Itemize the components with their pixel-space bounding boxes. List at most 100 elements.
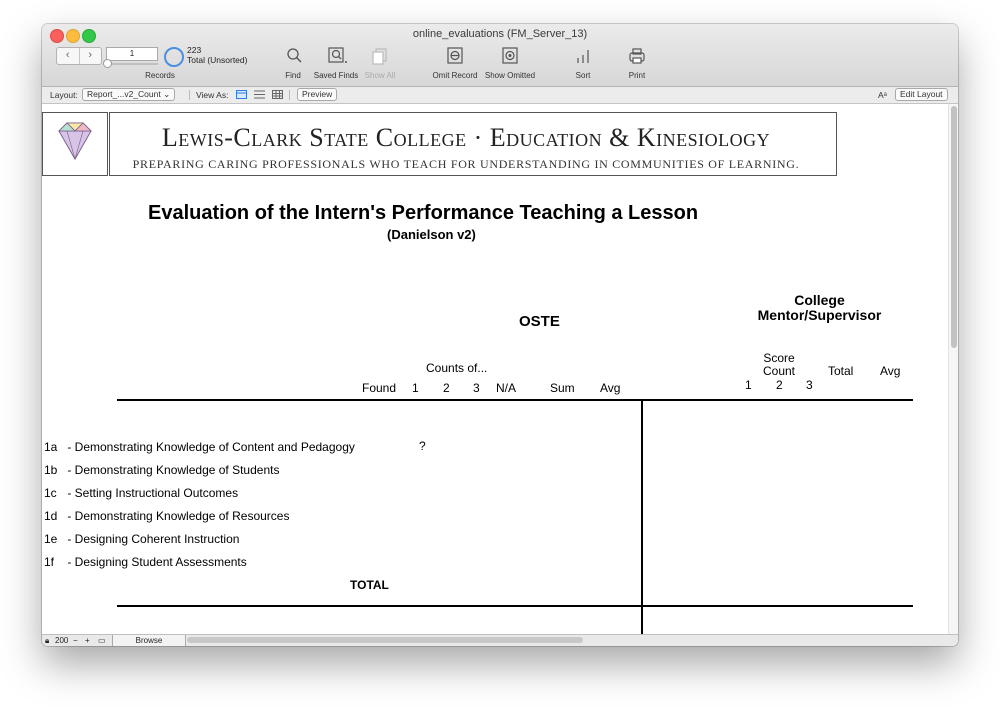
table-row: 1e - Designing Coherent Instruction: [44, 532, 239, 546]
row-label: - Demonstrating Knowledge of Students: [67, 463, 280, 477]
table-view-icon[interactable]: [272, 90, 283, 102]
layout-bar: Layout: Report_...v2_Count ⌄ View As: Pr…: [42, 87, 958, 104]
row-code: 1f: [44, 555, 55, 569]
layout-select[interactable]: Report_...v2_Count ⌄: [82, 88, 176, 101]
table-row: 1f - Designing Student Assessments: [44, 555, 247, 569]
layout-select-value: Report_...v2_Count: [87, 89, 161, 99]
separator: [189, 90, 190, 100]
row-label: - Setting Instructional Outcomes: [67, 486, 239, 500]
status-bar: 🔒︎ 200 − + ▭ Browse: [42, 634, 958, 646]
saved-finds-icon[interactable]: [326, 47, 350, 70]
record-slider[interactable]: [104, 63, 158, 65]
record-navigation: ‹ ›: [56, 47, 102, 65]
table-row: 1c - Setting Instructional Outcomes: [44, 486, 238, 500]
column-divider: [641, 400, 643, 634]
zoom-level: 200: [55, 636, 69, 645]
banner-subtitle: Preparing caring professionals who teach…: [132, 157, 800, 171]
score-1-column-header: 1: [745, 378, 752, 392]
find-button[interactable]: Find: [278, 71, 308, 80]
found-column-header: Found: [362, 381, 397, 395]
find-icon[interactable]: [284, 47, 306, 70]
right-avg-column-header: Avg: [880, 364, 901, 378]
score-2-column-header: 2: [776, 378, 783, 392]
total-rule: [117, 605, 913, 607]
college-header-line-2: Mentor/Supervisor: [757, 307, 882, 323]
record-slider-handle[interactable]: [103, 59, 112, 68]
window-title: online_evaluations (FM_Server_13): [412, 28, 588, 40]
preview-button[interactable]: Preview: [297, 88, 338, 101]
total-label: TOTAL: [350, 578, 389, 592]
sort-button[interactable]: Sort: [568, 71, 598, 80]
score-count-header: Score Count: [762, 352, 796, 378]
record-count-status: Total (Unsorted): [187, 55, 248, 65]
print-button[interactable]: Print: [622, 71, 652, 80]
count-2-column-header: 2: [443, 381, 450, 395]
sum-column-header: Sum: [550, 381, 575, 395]
oste-header: OSTE: [519, 313, 560, 330]
next-record-button[interactable]: ›: [80, 48, 102, 64]
row-label: - Designing Student Assessments: [67, 555, 247, 569]
show-all-button[interactable]: Show All: [362, 71, 398, 80]
saved-finds-button[interactable]: Saved Finds: [312, 71, 360, 80]
show-all-icon[interactable]: [370, 47, 390, 70]
zoom-out-icon[interactable]: −: [73, 636, 78, 646]
college-header-line-1: College: [794, 292, 845, 308]
show-omitted-icon[interactable]: [500, 47, 520, 70]
table-row: 1d - Demonstrating Knowledge of Resource…: [44, 509, 289, 523]
app-window: online_evaluations (FM_Server_13) ‹ › 1 …: [42, 24, 958, 646]
chevron-down-icon: ⌄: [163, 89, 171, 99]
form-view-icon[interactable]: [236, 90, 247, 102]
row-label: - Demonstrating Knowledge of Content and…: [67, 440, 355, 454]
print-icon[interactable]: [627, 47, 647, 70]
row-label: - Demonstrating Knowledge of Resources: [67, 509, 290, 523]
view-as-label: View As:: [196, 90, 229, 100]
row-label: - Designing Coherent Instruction: [67, 532, 240, 546]
row-code: 1d: [44, 509, 58, 523]
college-mentor-header: College Mentor/Supervisor: [747, 293, 892, 323]
separator: [289, 90, 290, 100]
vertical-scrollbar[interactable]: [948, 104, 958, 634]
vertical-scroll-thumb[interactable]: [951, 106, 957, 348]
row-found-value: ?: [419, 439, 426, 453]
table-row: 1a - Demonstrating Knowledge of Content …: [44, 440, 355, 454]
title-bar: online_evaluations (FM_Server_13) ‹ › 1 …: [42, 24, 958, 87]
font-size-icon[interactable]: Aᵃ: [878, 89, 887, 101]
sort-icon[interactable]: [573, 47, 593, 70]
banner-title: Lewis-Clark State College · Education & …: [161, 123, 771, 152]
omit-record-icon[interactable]: [445, 47, 465, 70]
record-count-number: 223: [187, 45, 202, 55]
report-subtitle: (Danielson v2): [387, 227, 476, 242]
horizontal-scroll-thumb[interactable]: [187, 637, 583, 643]
report-title: Evaluation of the Intern's Performance T…: [148, 202, 699, 224]
avg-column-header: Avg: [600, 381, 621, 395]
records-label: Records: [145, 71, 175, 80]
mode-selector[interactable]: Browse: [112, 635, 186, 646]
show-omitted-button[interactable]: Show Omitted: [482, 71, 538, 80]
lock-icon[interactable]: 🔒︎: [45, 636, 49, 646]
na-column-header: N/A: [496, 381, 517, 395]
list-view-icon[interactable]: [254, 90, 265, 102]
current-record-field[interactable]: 1: [106, 47, 158, 61]
row-code: 1c: [44, 486, 57, 500]
score-count-line-2: Count: [762, 364, 796, 378]
table-row: 1b - Demonstrating Knowledge of Students: [44, 463, 279, 477]
row-code: 1e: [44, 532, 58, 546]
count-1-column-header: 1: [412, 381, 419, 395]
record-pie-icon: [164, 47, 184, 67]
zoom-in-icon[interactable]: +: [85, 636, 90, 646]
omit-record-button[interactable]: Omit Record: [430, 71, 480, 80]
counts-of-header: Counts of...: [426, 361, 488, 375]
layout-label: Layout:: [50, 90, 78, 100]
record-count: 223 Total (Unsorted): [187, 45, 247, 65]
header-rule: [117, 399, 913, 401]
report-content: Lewis-Clark State College · Education & …: [42, 104, 958, 634]
row-code: 1b: [44, 463, 58, 477]
previous-record-button[interactable]: ‹: [57, 48, 80, 64]
edit-layout-button[interactable]: Edit Layout: [895, 88, 948, 101]
college-banner: Lewis-Clark State College · Education & …: [109, 112, 837, 176]
toggle-status-toolbar-icon[interactable]: ▭: [98, 636, 106, 646]
total-column-header: Total: [828, 364, 854, 378]
college-logo: [42, 112, 108, 176]
row-code: 1a: [44, 440, 58, 454]
score-3-column-header: 3: [806, 378, 813, 392]
